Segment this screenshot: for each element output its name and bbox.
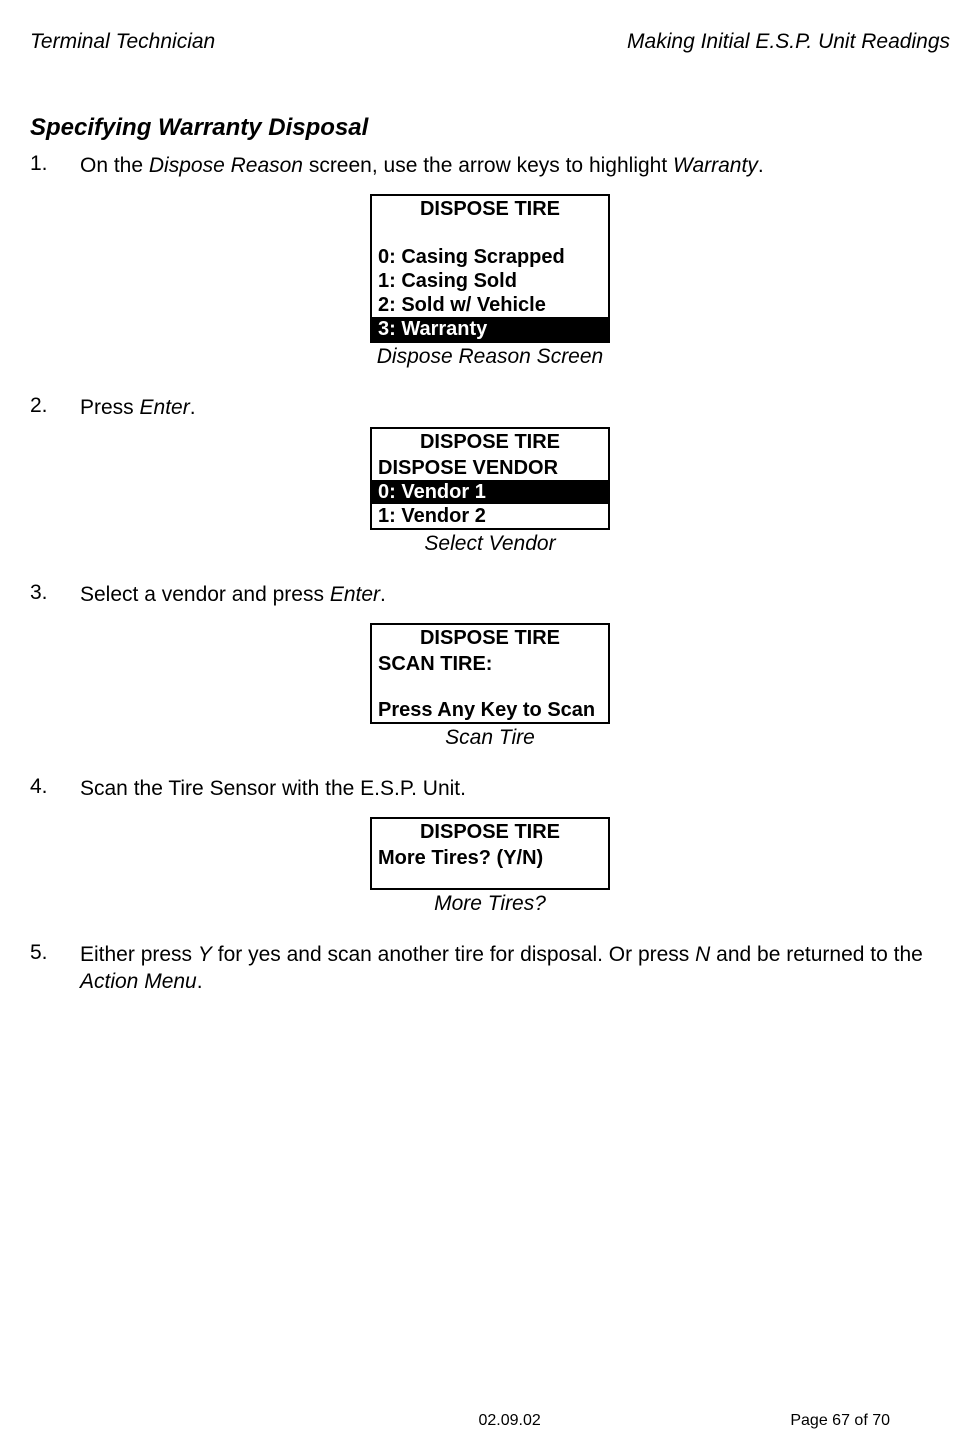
step-text: Scan the Tire Sensor with the E.S.P. Uni… — [80, 775, 950, 802]
step-number: 1. — [30, 152, 80, 179]
screen-line: SCAN TIRE: — [372, 652, 608, 676]
header-right: Making Initial E.S.P. Unit Readings — [627, 30, 950, 54]
page-header: Terminal Technician Making Initial E.S.P… — [30, 30, 950, 54]
screen-select-vendor: DISPOSE TIRE DISPOSE VENDOR 0: Vendor 1 … — [30, 427, 950, 556]
section-title: Specifying Warranty Disposal — [30, 114, 950, 142]
screen-caption: Select Vendor — [424, 532, 555, 556]
screen-line: Press Any Key to Scan — [372, 698, 608, 722]
screen-line: More Tires? (Y/N) — [372, 846, 608, 870]
footer-page: Page 67 of 70 — [790, 1412, 890, 1430]
step-number: 5. — [30, 941, 80, 996]
screen-option: 0: Casing Scrapped — [372, 245, 608, 269]
screen-option: 1: Vendor 2 — [372, 504, 608, 528]
screen-title: DISPOSE TIRE — [372, 819, 608, 846]
screen-subtitle: DISPOSE VENDOR — [372, 456, 608, 480]
step-number: 4. — [30, 775, 80, 802]
screen-caption: Scan Tire — [445, 726, 535, 750]
step-3: 3. Select a vendor and press Enter. — [30, 581, 950, 608]
screen-caption: More Tires? — [434, 892, 546, 916]
header-left: Terminal Technician — [30, 30, 215, 54]
step-5: 5. Either press Y for yes and scan anoth… — [30, 941, 950, 996]
screen-title: DISPOSE TIRE — [372, 196, 608, 223]
step-1: 1. On the Dispose Reason screen, use the… — [30, 152, 950, 179]
page-footer: 02.09.02 Page 67 of 70 — [0, 1412, 980, 1430]
screen-dispose-reason: DISPOSE TIRE 0: Casing Scrapped 1: Casin… — [30, 194, 950, 369]
screen-option-highlighted: 3: Warranty — [372, 317, 608, 341]
screen-option-highlighted: 0: Vendor 1 — [372, 480, 608, 504]
screen-caption: Dispose Reason Screen — [377, 345, 603, 369]
screen-title: DISPOSE TIRE — [372, 429, 608, 456]
step-number: 2. — [30, 394, 80, 421]
screen-scan-tire: DISPOSE TIRE SCAN TIRE: Press Any Key to… — [30, 623, 950, 750]
step-text: On the Dispose Reason screen, use the ar… — [80, 152, 950, 179]
step-number: 3. — [30, 581, 80, 608]
screen-title: DISPOSE TIRE — [372, 625, 608, 652]
footer-date: 02.09.02 — [478, 1412, 540, 1430]
step-text: Press Enter. — [80, 394, 950, 421]
step-4: 4. Scan the Tire Sensor with the E.S.P. … — [30, 775, 950, 802]
step-text: Select a vendor and press Enter. — [80, 581, 950, 608]
step-2: 2. Press Enter. — [30, 394, 950, 421]
screen-more-tires: DISPOSE TIRE More Tires? (Y/N) More Tire… — [30, 817, 950, 916]
screen-option: 2: Sold w/ Vehicle — [372, 293, 608, 317]
screen-option: 1: Casing Sold — [372, 269, 608, 293]
step-text: Either press Y for yes and scan another … — [80, 941, 950, 996]
